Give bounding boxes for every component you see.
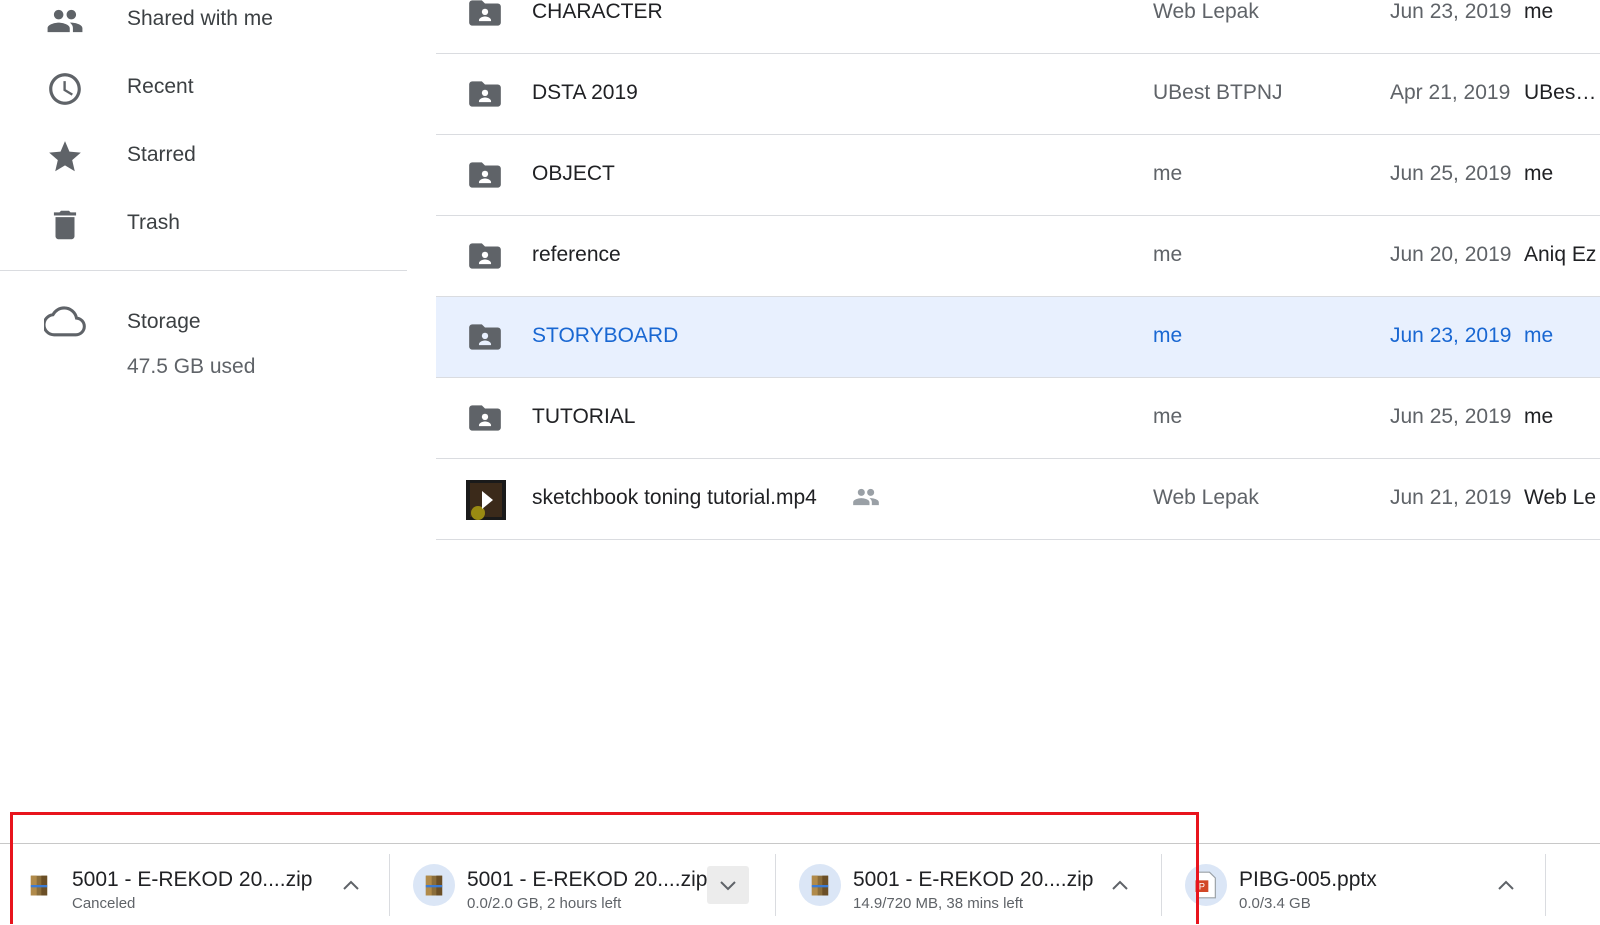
file-row-selected[interactable]: STORYBOARD me Jun 23, 2019 me [436, 297, 1600, 378]
sidebar-divider [0, 270, 407, 271]
download-file-name: 5001 - E-REKOD 20....zip [853, 868, 1094, 891]
sidebar-item-shared-with-me[interactable]: Shared with me [0, 0, 407, 50]
sidebar: Shared with me Recent Starred Trash Stor… [0, 0, 407, 400]
shelf-divider [1161, 854, 1162, 916]
file-row[interactable]: OBJECT me Jun 25, 2019 me [436, 135, 1600, 216]
trash-icon [46, 206, 84, 244]
file-modified-by: me [1524, 405, 1554, 428]
archive-icon [18, 864, 60, 906]
file-modified-date: Jun 23, 2019 [1390, 0, 1512, 23]
file-modified-date: Jun 25, 2019 [1390, 405, 1512, 428]
cloud-icon [42, 306, 86, 338]
file-modified-by: me [1524, 324, 1554, 347]
file-row[interactable]: reference me Jun 20, 2019 Aniq Ez [436, 216, 1600, 297]
download-shelf: 5001 - E-REKOD 20....zip Canceled 5001 -… [0, 843, 1600, 925]
shared-folder-icon [466, 156, 504, 194]
file-modified-date: Jun 23, 2019 [1390, 324, 1512, 347]
shared-folder-icon [466, 399, 504, 437]
star-icon [46, 138, 84, 176]
file-modified-by: me [1524, 0, 1554, 23]
file-owner: me [1153, 324, 1183, 347]
shared-folder-icon [466, 318, 504, 356]
file-name: TUTORIAL [532, 405, 636, 428]
sidebar-item-storage[interactable]: Storage 47.5 GB used [0, 300, 407, 390]
file-owner: me [1153, 405, 1183, 428]
file-name: DSTA 2019 [532, 81, 638, 104]
download-file-name: 5001 - E-REKOD 20....zip [72, 868, 313, 891]
file-name: sketchbook toning tutorial.mp4 [532, 486, 817, 509]
shared-folder-icon [466, 0, 504, 32]
file-modified-date: Jun 21, 2019 [1390, 486, 1512, 509]
sidebar-item-starred[interactable]: Starred [0, 126, 407, 186]
file-modified-by: UBest ... [1524, 81, 1600, 104]
download-status: 0.0/3.4 GB [1239, 895, 1311, 912]
clock-icon [46, 70, 84, 108]
chevron-up-icon[interactable] [330, 866, 372, 904]
download-file-name: PIBG-005.pptx [1239, 868, 1377, 891]
shelf-divider [1545, 854, 1546, 916]
download-status: Canceled [72, 895, 136, 912]
shelf-divider [389, 854, 390, 916]
file-owner: me [1153, 243, 1183, 266]
sidebar-item-label: Starred [127, 143, 196, 166]
download-file-name: 5001 - E-REKOD 20....zip [467, 868, 708, 891]
file-modified-by: me [1524, 162, 1554, 185]
sidebar-item-trash[interactable]: Trash [0, 194, 407, 254]
shelf-divider [775, 854, 776, 916]
chevron-up-icon[interactable] [1485, 866, 1527, 904]
file-name: reference [532, 243, 621, 266]
file-name: STORYBOARD [532, 324, 679, 347]
download-item[interactable]: P PIBG-005.pptx 0.0/3.4 GB [1167, 844, 1552, 925]
shared-people-icon [852, 487, 880, 507]
file-modified-date: Apr 21, 2019 [1390, 81, 1511, 104]
file-row[interactable]: CHARACTER Web Lepak Jun 23, 2019 me [436, 0, 1600, 54]
file-owner: me [1153, 162, 1183, 185]
video-thumbnail-icon [466, 480, 506, 520]
pptx-icon: P [1185, 864, 1227, 906]
sidebar-item-recent[interactable]: Recent [0, 58, 407, 118]
file-row[interactable]: sketchbook toning tutorial.mp4 Web Lepak… [436, 459, 1600, 540]
archive-icon [799, 864, 841, 906]
chevron-up-icon[interactable] [1099, 866, 1141, 904]
download-status: 14.9/720 MB, 38 mins left [853, 895, 1024, 912]
file-row[interactable]: TUTORIAL me Jun 25, 2019 me [436, 378, 1600, 459]
download-item[interactable]: 5001 - E-REKOD 20....zip 14.9/720 MB, 38… [781, 844, 1166, 925]
file-modified-date: Jun 20, 2019 [1390, 243, 1512, 266]
chevron-down-icon[interactable] [707, 866, 749, 904]
file-list: CHARACTER Web Lepak Jun 23, 2019 me DSTA… [436, 0, 1600, 540]
svg-text:P: P [1199, 882, 1205, 892]
file-modified-date: Jun 25, 2019 [1390, 162, 1512, 185]
file-modified-by: Aniq Ez [1524, 243, 1597, 266]
storage-label: Storage [127, 310, 201, 333]
storage-used-text: 47.5 GB used [127, 355, 256, 378]
download-item[interactable]: 5001 - E-REKOD 20....zip Canceled [0, 844, 385, 925]
people-icon [46, 2, 84, 40]
file-modified-by: Web Le [1524, 486, 1596, 509]
file-name: CHARACTER [532, 0, 663, 23]
file-owner: Web Lepak [1153, 486, 1259, 509]
sidebar-item-label: Recent [127, 75, 194, 98]
file-owner: Web Lepak [1153, 0, 1259, 23]
file-name: OBJECT [532, 162, 615, 185]
download-status: 0.0/2.0 GB, 2 hours left [467, 895, 622, 912]
file-owner: UBest BTPNJ [1153, 81, 1283, 104]
download-item[interactable]: 5001 - E-REKOD 20....zip 0.0/2.0 GB, 2 h… [395, 844, 780, 925]
shared-folder-icon [466, 237, 504, 275]
sidebar-item-label: Trash [127, 211, 180, 234]
file-row[interactable]: DSTA 2019 UBest BTPNJ Apr 21, 2019 UBest… [436, 54, 1600, 135]
sidebar-item-label: Shared with me [127, 7, 273, 30]
shared-folder-icon [466, 75, 504, 113]
archive-icon [413, 864, 455, 906]
